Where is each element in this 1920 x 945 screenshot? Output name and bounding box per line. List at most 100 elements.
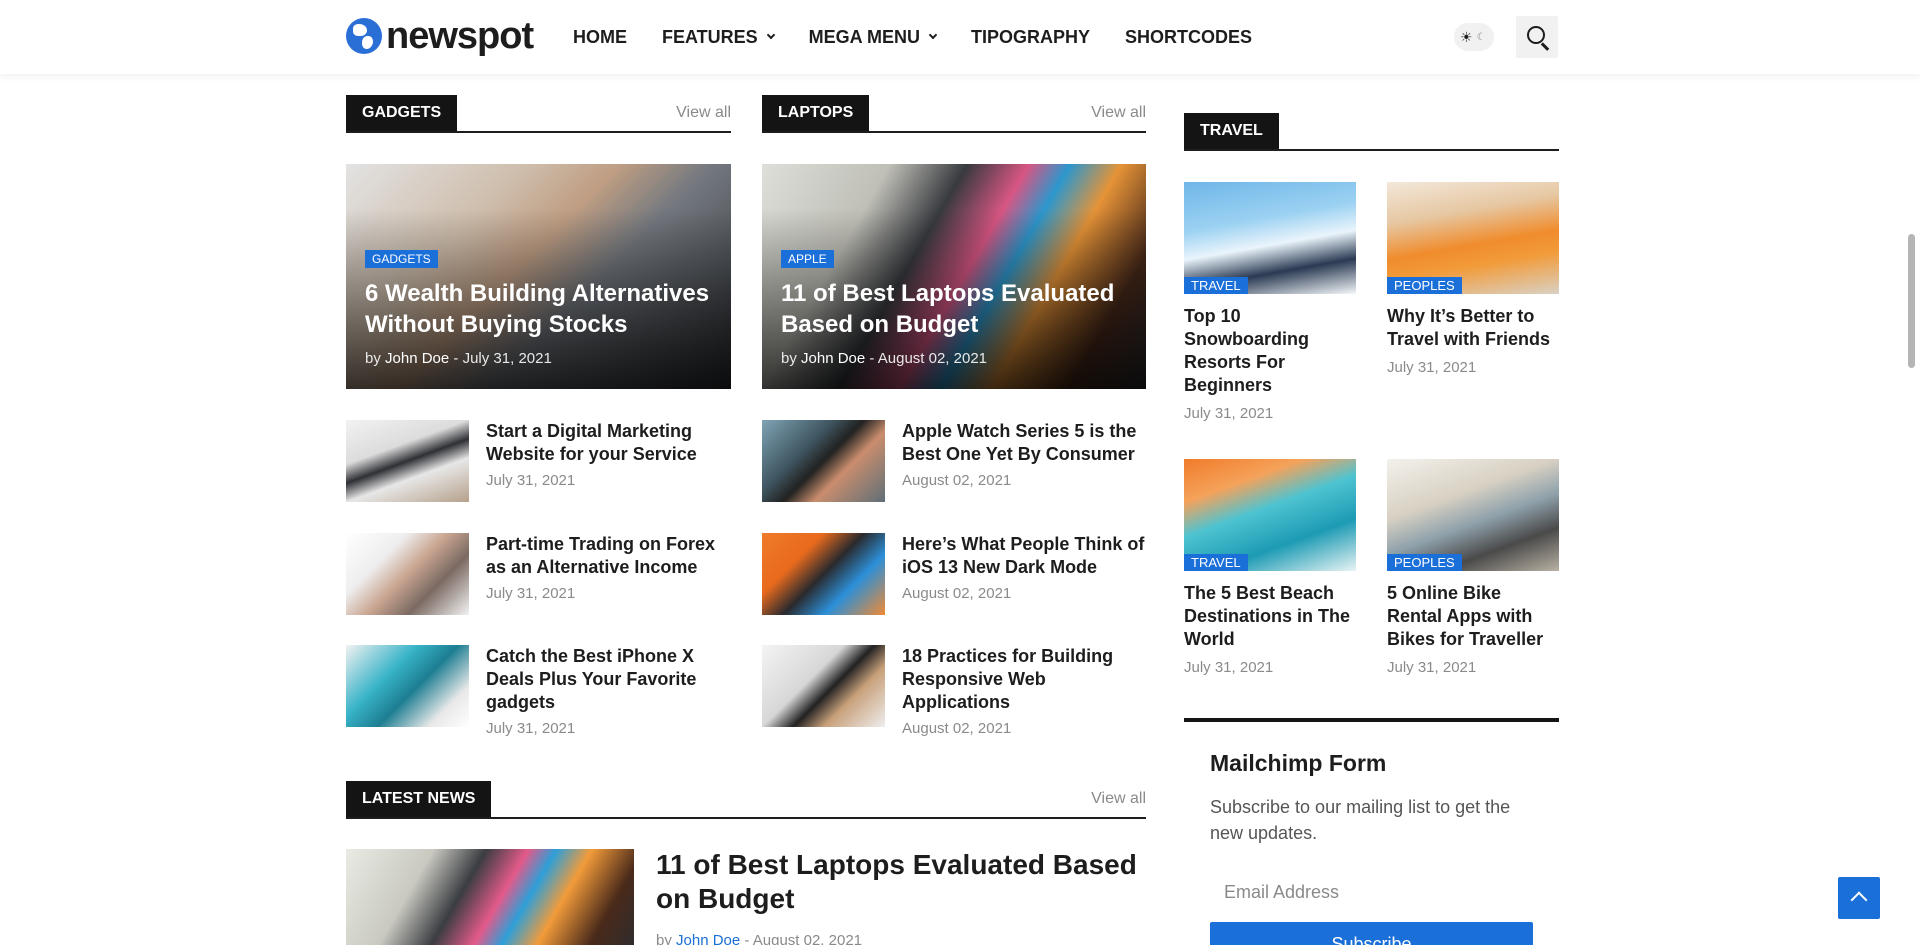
view-all-link[interactable]: View all [676, 104, 731, 122]
nav-label: FEATURES [662, 26, 758, 47]
post-date: July 31, 2021 [1387, 659, 1477, 676]
nav-label: SHORTCODES [1125, 26, 1253, 47]
back-to-top-button[interactable] [1838, 877, 1880, 919]
post-author[interactable]: John Doe [801, 350, 865, 367]
post-title[interactable]: Start a Digital Marketing Website for yo… [486, 420, 731, 466]
site-logo[interactable]: newspot [346, 15, 534, 57]
post-thumbnail[interactable]: PEOPLES [1387, 459, 1559, 571]
post-thumbnail[interactable]: TRAVEL [1184, 182, 1356, 294]
section-title: GADGETS [346, 95, 458, 131]
post-title[interactable]: 5 Online Bike Rental Apps with Bikes for… [1387, 582, 1559, 651]
post-title[interactable]: Top 10 Snowboarding Resorts For Beginner… [1184, 305, 1356, 397]
list-item[interactable]: Start a Digital Marketing Website for yo… [346, 420, 731, 504]
subscribe-button[interactable]: Subscribe [1210, 922, 1533, 945]
main-nav: HOME FEATURES MEGA MENU TIPOGRAPHY SHORT… [573, 0, 1287, 74]
travel-card[interactable]: TRAVEL The 5 Best Beach Destinations in … [1184, 459, 1356, 676]
post-meta: by John Doe - July 31, 2021 [365, 350, 716, 367]
laptops-section-header: LAPTOPS View all [762, 95, 1146, 133]
post-title[interactable]: 6 Wealth Building Alternatives Without B… [365, 278, 716, 340]
meta-by: by [656, 932, 672, 945]
nav-item-mega-menu[interactable]: MEGA MENU [808, 26, 938, 48]
category-badge[interactable]: PEOPLES [1387, 277, 1462, 294]
post-title[interactable]: Here’s What People Think of iOS 13 New D… [902, 533, 1146, 579]
post-title[interactable]: Catch the Best iPhone X Deals Plus Your … [486, 645, 731, 714]
post-thumbnail[interactable]: TRAVEL [1184, 459, 1356, 571]
category-badge[interactable]: TRAVEL [1184, 554, 1248, 571]
featured-body: GADGETS 6 Wealth Building Alternatives W… [365, 250, 716, 367]
latest-news-section-header: LATEST NEWS View all [346, 781, 1146, 819]
widget-title: Mailchimp Form [1210, 750, 1387, 776]
travel-section-header: TRAVEL [1184, 113, 1559, 151]
post-title[interactable]: Apple Watch Series 5 is the Best One Yet… [902, 420, 1146, 466]
post-meta: by John Doe - August 02, 2021 [656, 932, 862, 945]
meta-by: by [781, 350, 797, 367]
nav-label: MEGA MENU [808, 26, 921, 47]
post-date: August 02, 2021 [902, 585, 1012, 602]
gadgets-section-header: GADGETS View all [346, 95, 731, 133]
list-item[interactable]: Here’s What People Think of iOS 13 New D… [762, 533, 1146, 617]
post-thumbnail[interactable] [346, 533, 469, 615]
list-item[interactable]: Apple Watch Series 5 is the Best One Yet… [762, 420, 1146, 504]
logo-text: newspot [386, 15, 534, 57]
nav-item-home[interactable]: HOME [573, 27, 627, 48]
view-all-link[interactable]: View all [1091, 104, 1146, 122]
post-meta: by John Doe - August 02, 2021 [781, 350, 1131, 367]
widget-description: Subscribe to our mailing list to get the… [1210, 797, 1511, 843]
post-date: August 02, 2021 [877, 350, 988, 367]
list-item[interactable]: Part-time Trading on Forex as an Alterna… [346, 533, 731, 617]
gadgets-featured-post[interactable]: GADGETS 6 Wealth Building Alternatives W… [346, 164, 731, 389]
nav-item-shortcodes[interactable]: SHORTCODES [1125, 27, 1252, 48]
post-title[interactable]: Why It’s Better to Travel with Friends [1387, 305, 1559, 351]
theme-toggle[interactable]: ☀ ☾ [1454, 23, 1494, 51]
chevron-down-icon [928, 30, 938, 40]
post-author[interactable]: John Doe [385, 350, 449, 367]
list-item[interactable]: Catch the Best iPhone X Deals Plus Your … [346, 645, 731, 737]
post-date: July 31, 2021 [462, 350, 552, 367]
section-title: LAPTOPS [762, 95, 870, 131]
view-all-link[interactable]: View all [1091, 790, 1146, 808]
section-title: TRAVEL [1184, 113, 1279, 149]
travel-card[interactable]: TRAVEL Top 10 Snowboarding Resorts For B… [1184, 182, 1356, 422]
post-thumbnail[interactable] [762, 420, 885, 502]
post-date: July 31, 2021 [486, 585, 576, 602]
travel-card[interactable]: PEOPLES Why It’s Better to Travel with F… [1387, 182, 1559, 376]
chevron-down-icon [766, 30, 775, 40]
page-scrollbar[interactable] [1908, 234, 1915, 368]
nav-item-features[interactable]: FEATURES [662, 26, 775, 48]
post-date: August 02, 2021 [752, 932, 863, 945]
meta-separator: - [869, 350, 875, 367]
post-thumbnail[interactable] [762, 645, 885, 727]
category-badge[interactable]: APPLE [781, 250, 834, 268]
meta-separator: - [744, 932, 750, 945]
category-badge[interactable]: GADGETS [365, 250, 438, 268]
post-thumbnail[interactable]: PEOPLES [1387, 182, 1559, 294]
post-date: August 02, 2021 [902, 472, 1012, 489]
sun-icon: ☀ [1460, 28, 1473, 45]
nav-item-tipography[interactable]: TIPOGRAPHY [971, 27, 1090, 48]
post-author[interactable]: John Doe [676, 932, 740, 945]
list-item[interactable]: 18 Practices for Building Responsive Web… [762, 645, 1146, 737]
search-button[interactable] [1516, 16, 1558, 58]
category-badge[interactable]: PEOPLES [1387, 554, 1462, 571]
post-date: July 31, 2021 [1387, 359, 1477, 376]
post-thumbnail[interactable] [346, 420, 469, 502]
post-title[interactable]: 11 of Best Laptops Evaluated Based on Bu… [656, 848, 1146, 916]
moon-icon: ☾ [1476, 31, 1486, 43]
post-thumbnail[interactable] [346, 849, 634, 945]
travel-card[interactable]: PEOPLES 5 Online Bike Rental Apps with B… [1387, 459, 1559, 676]
post-title[interactable]: 18 Practices for Building Responsive Web… [902, 645, 1146, 714]
post-date: August 02, 2021 [902, 720, 1012, 737]
post-date: July 31, 2021 [486, 720, 576, 737]
post-title[interactable]: The 5 Best Beach Destinations in The Wor… [1184, 582, 1356, 651]
post-title[interactable]: Part-time Trading on Forex as an Alterna… [486, 533, 731, 579]
category-badge[interactable]: TRAVEL [1184, 277, 1248, 294]
email-field[interactable] [1210, 870, 1533, 914]
mailchimp-widget: Mailchimp Form Subscribe to our mailing … [1184, 718, 1559, 945]
post-thumbnail[interactable] [762, 533, 885, 615]
nav-label: TIPOGRAPHY [971, 26, 1091, 47]
site-header: newspot HOME FEATURES MEGA MENU TIPOGRAP… [0, 0, 1920, 74]
laptops-featured-post[interactable]: APPLE 11 of Best Laptops Evaluated Based… [762, 164, 1146, 389]
post-title[interactable]: 11 of Best Laptops Evaluated Based on Bu… [781, 278, 1131, 340]
meta-separator: - [453, 350, 459, 367]
post-thumbnail[interactable] [346, 645, 469, 727]
